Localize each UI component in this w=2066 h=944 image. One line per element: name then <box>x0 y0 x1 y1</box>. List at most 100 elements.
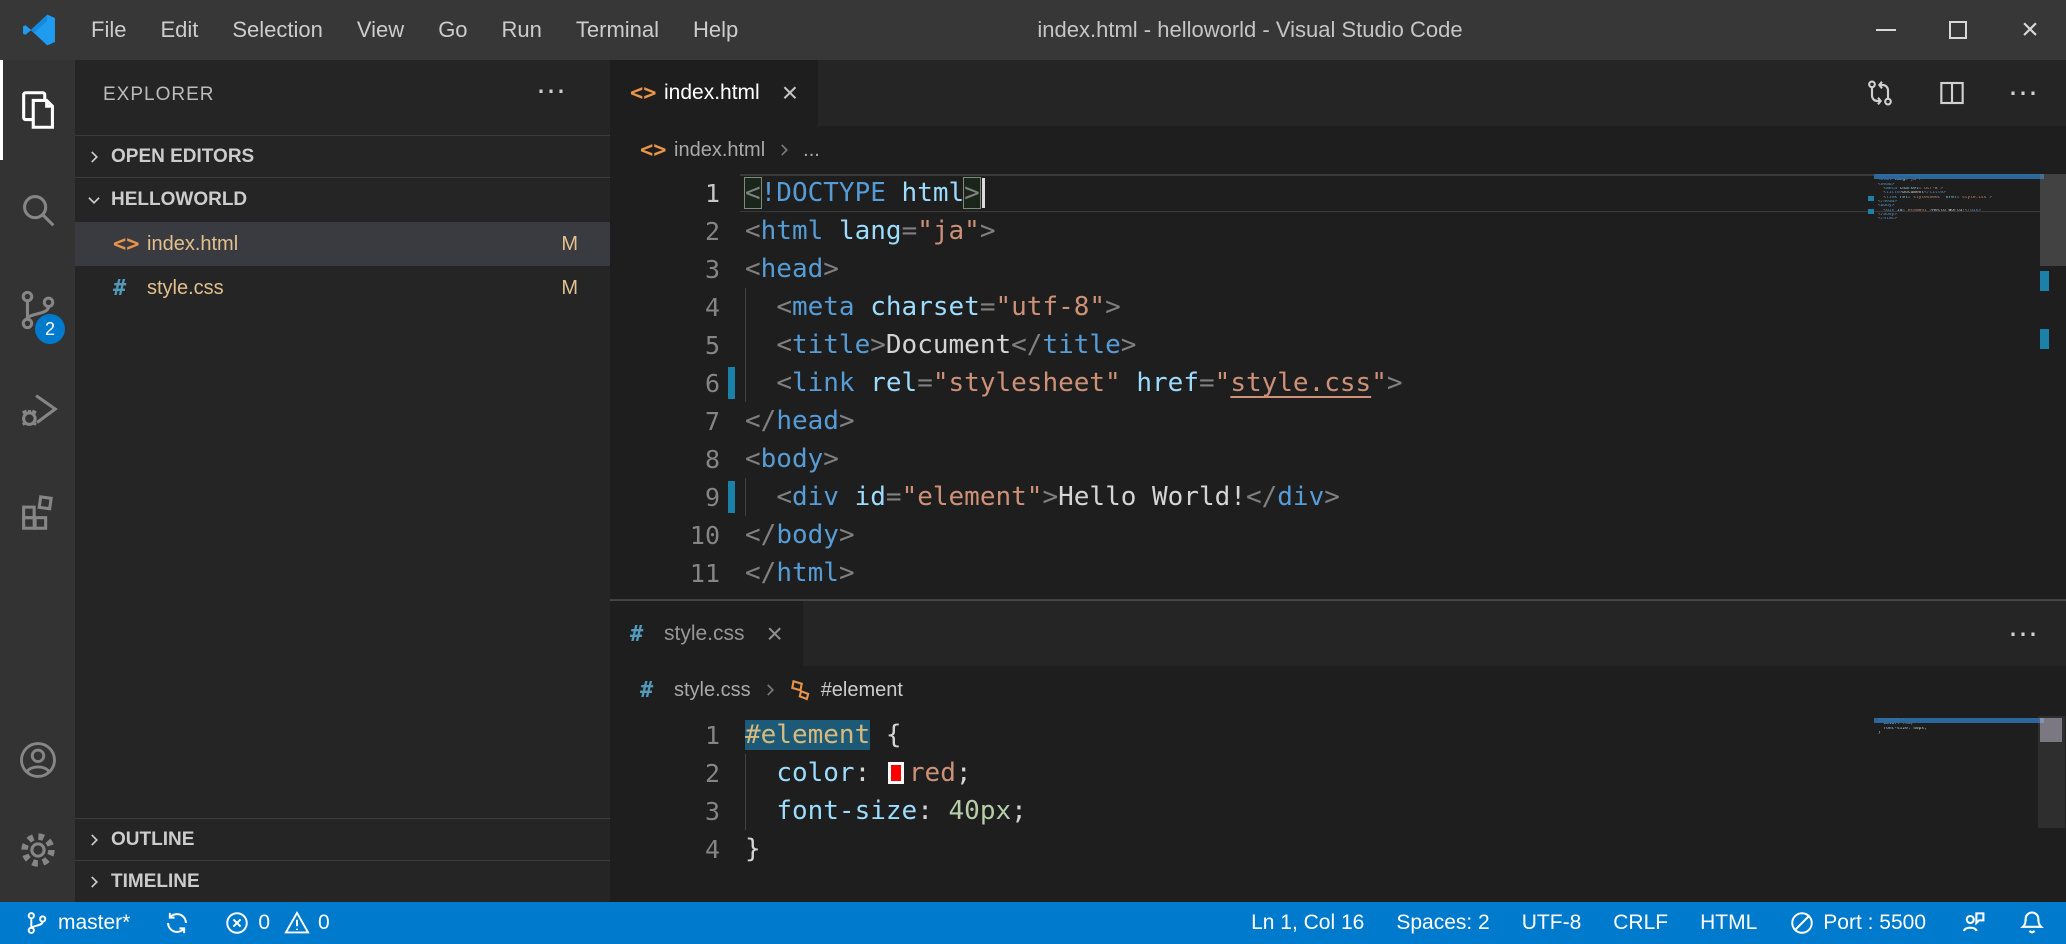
line-number[interactable]: 6 <box>610 369 720 398</box>
editor-more-actions-button[interactable]: ⋯ <box>2008 76 2040 111</box>
breadcrumb-file[interactable]: style.css <box>674 679 751 702</box>
settings-button[interactable] <box>0 800 75 900</box>
explorer-activity-button[interactable] <box>0 60 75 160</box>
encoding-status[interactable]: UTF-8 <box>1522 911 1582 935</box>
git-branch-status[interactable]: master* <box>24 910 130 936</box>
line-number[interactable]: 2 <box>610 217 720 246</box>
feedback-button[interactable] <box>1958 909 1986 937</box>
tab-close-icon[interactable]: × <box>767 620 783 648</box>
line-number[interactable]: 2 <box>610 759 720 788</box>
tab-close-icon[interactable]: × <box>782 79 798 107</box>
breadcrumb-file[interactable]: index.html <box>674 139 765 162</box>
line-number[interactable]: 4 <box>610 835 720 864</box>
menu-terminal[interactable]: Terminal <box>559 0 676 60</box>
css-code-editor[interactable]: 1#element {2 color: red;3 font-size: 40p… <box>610 716 2066 868</box>
vscode-logo-icon <box>22 13 56 47</box>
open-editors-section-header[interactable]: OPEN EDITORS <box>75 135 610 177</box>
html-code-editor[interactable]: 1<!DOCTYPE html>2<html lang="ja">3<head>… <box>610 174 2066 592</box>
breadcrumb-symbol[interactable]: #element <box>821 679 903 702</box>
extensions-activity-button[interactable] <box>0 460 75 560</box>
tab-index-html[interactable]: <> index.html × <box>610 60 818 126</box>
eol-status[interactable]: CRLF <box>1613 911 1668 935</box>
split-editor-icon[interactable] <box>1936 77 1968 109</box>
line-number[interactable]: 9 <box>610 483 720 512</box>
tab-label: index.html <box>664 81 760 105</box>
code-line-5[interactable]: 5 <title>Document</title> <box>610 326 2066 364</box>
errors-icon <box>224 910 250 936</box>
sidebar-title: EXPLORER <box>103 84 214 106</box>
color-swatch[interactable] <box>888 762 904 784</box>
scrollbar-slider[interactable] <box>2040 718 2062 742</box>
breadcrumb-tail[interactable]: ... <box>803 139 820 162</box>
line-number[interactable]: 7 <box>610 407 720 436</box>
menu-view[interactable]: View <box>340 0 421 60</box>
timeline-section-header[interactable]: TIMELINE <box>75 860 610 902</box>
line-number[interactable]: 1 <box>610 721 720 750</box>
code-line-1[interactable]: 1<!DOCTYPE html> <box>610 174 2066 212</box>
search-activity-button[interactable] <box>0 160 75 260</box>
menu-file[interactable]: File <box>74 0 143 60</box>
live-server-port-status[interactable]: Port : 5500 <box>1789 910 1926 936</box>
line-number[interactable]: 1 <box>610 179 720 208</box>
code-line-2[interactable]: 2<html lang="ja"> <box>610 212 2066 250</box>
tab-style-css[interactable]: # style.css × <box>610 601 803 667</box>
line-number[interactable]: 3 <box>610 255 720 284</box>
indentation-status[interactable]: Spaces: 2 <box>1396 911 1489 935</box>
problems-status[interactable]: 0 0 <box>224 910 329 936</box>
tab-label: style.css <box>664 622 745 646</box>
account-button[interactable] <box>0 710 75 810</box>
line-number[interactable]: 5 <box>610 331 720 360</box>
menu-go[interactable]: Go <box>421 0 484 60</box>
file-row-style.css[interactable]: #style.cssM <box>75 266 610 310</box>
maximize-button[interactable] <box>1922 0 1994 60</box>
code-line-2[interactable]: 2 color: red; <box>610 754 2066 792</box>
menu-selection[interactable]: Selection <box>215 0 340 60</box>
language-mode-status[interactable]: HTML <box>1700 911 1757 935</box>
files-icon <box>16 87 62 133</box>
overview-modified-mark <box>2040 329 2049 349</box>
file-row-index.html[interactable]: <>index.htmlM <box>75 222 610 266</box>
menu-edit[interactable]: Edit <box>143 0 215 60</box>
code-line-3[interactable]: 3<head> <box>610 250 2066 288</box>
menu-help[interactable]: Help <box>676 0 755 60</box>
code-line-8[interactable]: 8<body> <box>610 440 2066 478</box>
open-changes-icon[interactable] <box>1864 77 1896 109</box>
minimap-modified-mark <box>1868 196 1874 201</box>
line-number[interactable]: 10 <box>610 521 720 550</box>
line-number[interactable]: 4 <box>610 293 720 322</box>
status-bar: master* 0 0 Ln 1, Col 16 Spac <box>0 902 2066 944</box>
cursor-position-status[interactable]: Ln 1, Col 16 <box>1251 911 1364 935</box>
notifications-button[interactable] <box>2018 909 2046 937</box>
html-file-icon: <> <box>640 138 674 163</box>
scm-pending-changes-badge: 2 <box>35 314 65 344</box>
line-number[interactable]: 11 <box>610 559 720 588</box>
close-button[interactable]: × <box>1994 0 2066 60</box>
outline-section-header[interactable]: OUTLINE <box>75 818 610 860</box>
source-control-activity-button[interactable]: 2 <box>0 260 75 360</box>
explorer-more-actions-button[interactable]: ⋯ <box>536 74 568 109</box>
chevron-right-icon <box>85 148 103 166</box>
minimize-button[interactable] <box>1850 0 1922 60</box>
code-line-4[interactable]: 4 <meta charset="utf-8"> <box>610 288 2066 326</box>
code-text: font-size: 40px; <box>745 792 1027 830</box>
scrollbar-slider[interactable] <box>2040 174 2066 266</box>
title-bar: FileEditSelectionViewGoRunTerminalHelp i… <box>0 0 2066 60</box>
folder-section-header[interactable]: HELLOWORLD <box>75 177 610 222</box>
line-number[interactable]: 8 <box>610 445 720 474</box>
run-debug-activity-button[interactable] <box>0 360 75 460</box>
code-line-6[interactable]: 6 <link rel="stylesheet" href="style.css… <box>610 364 2066 402</box>
menu-run[interactable]: Run <box>485 0 559 60</box>
minimap[interactable]: <!DOCTYPE html><html lang="ja"><head> <m… <box>1878 174 2040 222</box>
code-line-7[interactable]: 7</head> <box>610 402 2066 440</box>
line-number[interactable]: 3 <box>610 797 720 826</box>
code-line-4[interactable]: 4} <box>610 830 2066 868</box>
code-line-3[interactable]: 3 font-size: 40px; <box>610 792 2066 830</box>
code-line-10[interactable]: 10</body> <box>610 516 2066 554</box>
code-line-9[interactable]: 9 <div id="element">Hello World!</div> <box>610 478 2066 516</box>
activity-bar: 2 <box>0 60 75 902</box>
editor-more-actions-button[interactable]: ⋯ <box>2008 617 2040 652</box>
maximize-icon <box>1949 21 1967 39</box>
sync-button[interactable] <box>164 910 190 936</box>
code-line-1[interactable]: 1#element { <box>610 716 2066 754</box>
code-line-11[interactable]: 11</html> <box>610 554 2066 592</box>
